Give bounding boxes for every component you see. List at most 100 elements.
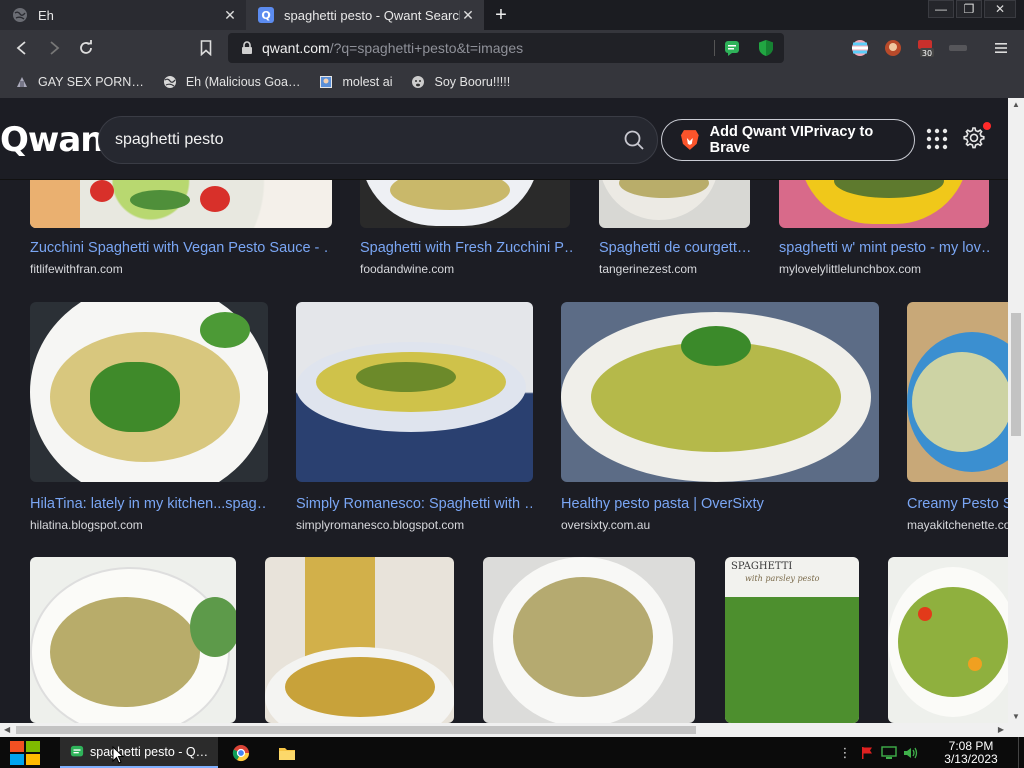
image-result[interactable]: Simply Romanesco: Spaghetti with … simpl… xyxy=(296,302,533,532)
result-thumbnail[interactable] xyxy=(30,557,236,723)
image-result[interactable]: spaghetti w' mint pesto - my lov… mylove… xyxy=(779,150,991,280)
taskbar-file-explorer[interactable] xyxy=(264,737,310,768)
result-thumbnail[interactable] xyxy=(296,302,533,482)
image-result[interactable] xyxy=(483,557,695,723)
tab-title: Eh xyxy=(38,7,54,23)
shield-icon[interactable] xyxy=(758,39,774,57)
network-icon[interactable] xyxy=(878,737,900,768)
result-title[interactable]: Creamy Pesto S… xyxy=(907,496,1008,512)
new-tab-button[interactable]: + xyxy=(486,0,516,30)
scroll-down-icon[interactable]: ▼ xyxy=(1012,712,1020,721)
image-result[interactable]: HilaTina: lately in my kitchen...spag… h… xyxy=(30,302,268,532)
image-result[interactable] xyxy=(30,557,236,723)
result-source: fitlifewithfran.com xyxy=(30,262,123,276)
windows-logo-icon xyxy=(10,740,40,765)
back-arrow-icon xyxy=(16,41,26,55)
image-result[interactable]: Healthy pesto pasta | OverSixty oversixt… xyxy=(561,302,879,532)
add-to-brave-button[interactable]: Add Qwant VIPrivacy to Brave xyxy=(661,119,915,161)
avatar-extension-icon[interactable] xyxy=(883,38,903,58)
result-title[interactable]: Simply Romanesco: Spaghetti with … xyxy=(296,496,532,512)
blocker-extension-icon[interactable]: 30 xyxy=(916,38,936,58)
apps-grid-icon[interactable] xyxy=(926,128,948,150)
show-desktop-button[interactable] xyxy=(1018,737,1024,768)
search-input[interactable]: spaghetti pesto xyxy=(115,131,623,149)
scroll-up-icon[interactable]: ▲ xyxy=(1012,100,1020,109)
result-thumbnail[interactable] xyxy=(483,557,695,723)
result-source: simplyromanesco.blogspot.com xyxy=(296,518,465,532)
taskbar-chrome[interactable] xyxy=(218,737,264,768)
folder-icon xyxy=(279,747,295,760)
reload-button[interactable] xyxy=(70,34,102,62)
image-result[interactable]: Spaghetti de courgett… tangerinezest.com xyxy=(599,150,751,280)
image-result[interactable]: Spaghetti with Fresh Zucchini P… foodand… xyxy=(360,150,572,280)
volume-icon[interactable] xyxy=(900,737,922,768)
disabled-extension-icon[interactable] xyxy=(948,38,968,58)
close-icon[interactable]: ✕ xyxy=(460,7,476,23)
result-thumbnail[interactable] xyxy=(265,557,454,723)
result-thumbnail[interactable] xyxy=(561,302,879,482)
bookmark-button[interactable] xyxy=(194,34,218,62)
globe-icon xyxy=(12,7,28,23)
result-title[interactable]: Spaghetti with Fresh Zucchini P… xyxy=(360,240,572,256)
tab-strip: Eh ✕ Q spaghetti pesto - Qwant Search ✕ … xyxy=(0,0,1024,30)
svg-text:Q: Q xyxy=(261,9,270,22)
maximize-button[interactable]: ❐ xyxy=(956,0,982,18)
result-title[interactable]: Spaghetti de courgett… xyxy=(599,240,751,256)
search-icon[interactable] xyxy=(623,129,645,151)
hamburger-icon xyxy=(995,43,1007,53)
globe-icon xyxy=(162,74,178,90)
chat-extension-icon[interactable] xyxy=(724,40,740,56)
tab-qwant[interactable]: Q spaghetti pesto - Qwant Search ✕ xyxy=(246,0,484,30)
scroll-thumb[interactable] xyxy=(1011,313,1021,436)
reload-icon xyxy=(80,40,92,54)
image-result[interactable]: SPAGHETTI with parsley pesto xyxy=(725,557,859,723)
bookmark-item[interactable]: molest ai xyxy=(318,74,392,90)
url-divider xyxy=(714,40,715,56)
vertical-scrollbar[interactable]: ▲ ▼ xyxy=(1008,98,1024,723)
scroll-left-icon[interactable]: ◀ xyxy=(4,725,10,734)
result-title[interactable]: HilaTina: lately in my kitchen...spag… xyxy=(30,496,266,512)
result-thumbnail[interactable] xyxy=(907,302,1008,482)
bookmark-item[interactable]: GAY SEX PORN… xyxy=(14,74,144,90)
bookmark-item[interactable]: Eh (Malicious Goa… xyxy=(162,74,300,90)
taskbar: spaghetti pesto - Q… ⋮ 7:08 PM 3/13/2023 xyxy=(0,737,1024,768)
clock[interactable]: 7:08 PM 3/13/2023 xyxy=(928,739,1014,766)
qwant-header: Qwant spaghetti pesto Add Qwant VIPrivac… xyxy=(0,98,1008,180)
result-title[interactable]: spaghetti w' mint pesto - my lov… xyxy=(779,240,991,256)
forward-button[interactable] xyxy=(38,34,70,62)
url-path: /?q=spaghetti+pesto&t=images xyxy=(329,40,524,56)
image-result[interactable]: Zucchini Spaghetti with Vegan Pesto Sauc… xyxy=(30,150,332,280)
trans-flag-extension-icon[interactable] xyxy=(850,38,870,58)
bookmark-item[interactable]: Soy Booru!!!!! xyxy=(410,74,510,90)
result-source: tangerinezest.com xyxy=(599,262,698,276)
gear-icon[interactable] xyxy=(961,126,985,150)
close-window-button[interactable]: ✕ xyxy=(984,0,1016,18)
close-icon[interactable]: ✕ xyxy=(222,7,238,23)
scroll-thumb[interactable] xyxy=(16,726,696,734)
soy-icon xyxy=(410,74,426,90)
search-box[interactable]: spaghetti pesto xyxy=(98,116,658,164)
add-to-brave-label: Add Qwant VIPrivacy to Brave xyxy=(709,124,874,156)
image-result[interactable]: Creamy Pesto S… mayakitchenette.co… xyxy=(907,302,1008,532)
overflow-icon[interactable]: ⋮ xyxy=(834,737,856,768)
result-thumbnail[interactable]: SPAGHETTI with parsley pesto xyxy=(725,557,859,723)
image-result[interactable] xyxy=(888,557,1008,723)
image-result[interactable] xyxy=(265,557,454,723)
start-button[interactable] xyxy=(0,737,50,768)
bookmark-icon xyxy=(200,40,212,56)
flag-icon[interactable] xyxy=(856,737,878,768)
tab-eh[interactable]: Eh ✕ xyxy=(0,0,246,30)
result-title[interactable]: Zucchini Spaghetti with Vegan Pesto Sauc… xyxy=(30,240,330,256)
lock-icon xyxy=(242,41,252,54)
menu-button[interactable] xyxy=(992,38,1010,58)
result-thumbnail[interactable] xyxy=(30,302,268,482)
address-bar[interactable]: qwant.com/?q=spaghetti+pesto&t=images xyxy=(228,33,784,63)
result-source: hilatina.blogspot.com xyxy=(30,518,143,532)
taskbar-browser-window[interactable]: spaghetti pesto - Q… xyxy=(60,737,218,768)
minimize-button[interactable]: — xyxy=(928,0,954,18)
horizontal-scrollbar[interactable]: ◀ ▶ xyxy=(0,723,1024,737)
result-title[interactable]: Healthy pesto pasta | OverSixty xyxy=(561,496,877,512)
scroll-right-icon[interactable]: ▶ xyxy=(998,725,1004,734)
back-button[interactable] xyxy=(6,34,38,62)
result-thumbnail[interactable] xyxy=(888,557,1008,723)
